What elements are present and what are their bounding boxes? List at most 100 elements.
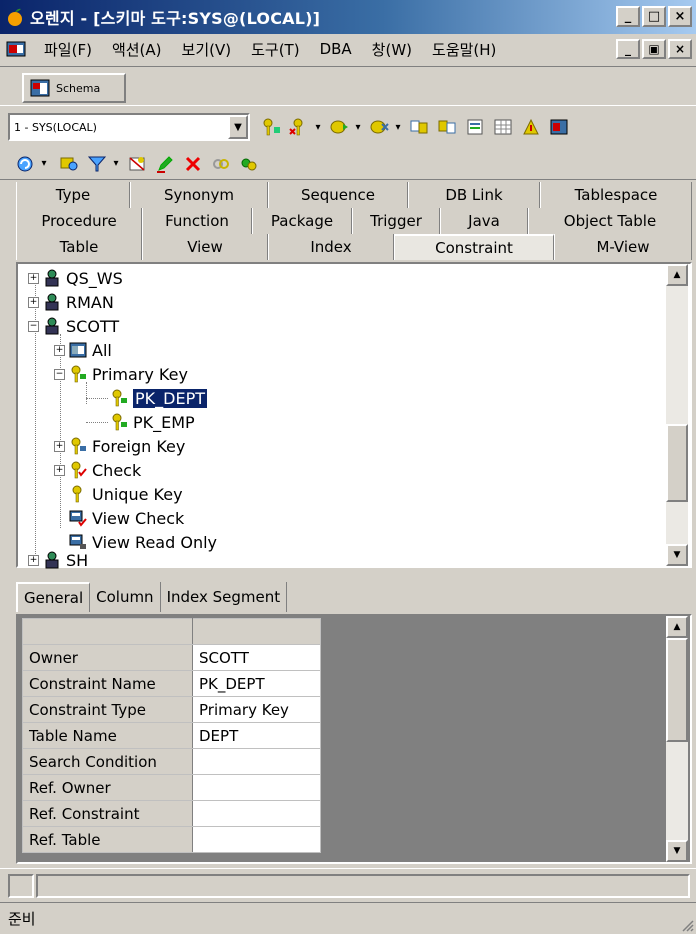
property-value[interactable]: PK_DEPT — [192, 670, 321, 697]
chevron-down-icon[interactable]: ▼ — [228, 115, 248, 139]
tree-node-user[interactable]: + SH — [28, 548, 88, 572]
scroll-up-icon[interactable]: ▲ — [666, 616, 688, 638]
tab-sequence[interactable]: Sequence — [268, 182, 408, 208]
tab-schema[interactable]: Schema — [22, 73, 126, 103]
dropdown-arrow-icon[interactable]: ▾ — [352, 122, 364, 133]
table-row[interactable]: Ref. Owner — [22, 774, 321, 801]
tab-trigger[interactable]: Trigger — [352, 208, 440, 234]
property-value[interactable]: Primary Key — [192, 696, 321, 723]
dropdown-arrow-icon[interactable]: ▾ — [38, 158, 50, 169]
refresh-icon[interactable] — [12, 151, 38, 177]
menu-file[interactable]: 파일(F) — [34, 39, 102, 60]
minimize-button[interactable]: _ — [616, 6, 640, 27]
tree-node-user-scott[interactable]: − SCOTT — [28, 314, 119, 338]
connection-select[interactable]: 1 - SYS(LOCAL) ▼ — [8, 113, 250, 141]
tree-node-user[interactable]: + RMAN — [28, 290, 114, 314]
property-value[interactable]: DEPT — [192, 722, 321, 749]
link-icon[interactable] — [208, 151, 234, 177]
tab-constraint[interactable]: Constraint — [394, 234, 554, 260]
sql-run-icon[interactable] — [434, 114, 460, 140]
menu-tools[interactable]: 도구(T) — [241, 39, 309, 60]
edit-icon[interactable] — [152, 151, 178, 177]
property-value[interactable]: SCOTT — [192, 644, 321, 671]
table-row[interactable]: Table Name DEPT — [22, 722, 321, 749]
tree-node-primary-key[interactable]: − Primary Key — [54, 362, 188, 386]
export-icon[interactable] — [546, 114, 572, 140]
expand-icon[interactable]: + — [28, 554, 39, 566]
delete-icon[interactable] — [180, 151, 206, 177]
property-value[interactable] — [192, 826, 321, 853]
tab-object-table[interactable]: Object Table — [528, 208, 692, 234]
table-row[interactable]: Constraint Name PK_DEPT — [22, 670, 321, 697]
child-minimize-button[interactable]: _ — [616, 39, 640, 59]
scroll-thumb[interactable] — [666, 638, 688, 742]
create-icon[interactable] — [124, 151, 150, 177]
expand-icon[interactable]: + — [28, 272, 39, 284]
schema-tree[interactable]: + QS_WS + RMAN − SCOTT + All − Primary K… — [16, 262, 692, 570]
tree-node-foreign-key[interactable]: + Foreign Key — [54, 434, 185, 458]
menu-view[interactable]: 보기(V) — [172, 39, 242, 60]
tab-view[interactable]: View — [142, 234, 268, 260]
tree-node-user[interactable]: + QS_WS — [28, 266, 123, 290]
tab-index-segment[interactable]: Index Segment — [161, 582, 288, 612]
compile-icon[interactable] — [518, 114, 544, 140]
tree-scrollbar[interactable]: ▲ ▼ — [666, 264, 688, 566]
child-close-button[interactable]: × — [668, 39, 692, 59]
tab-package[interactable]: Package — [252, 208, 352, 234]
dropdown-arrow-icon[interactable]: ▾ — [312, 122, 324, 133]
scroll-thumb[interactable] — [666, 424, 688, 502]
tree-node-view-read-only[interactable]: View Read Only — [69, 530, 217, 554]
child-restore-button[interactable]: ▣ — [642, 39, 666, 59]
property-value[interactable] — [192, 748, 321, 775]
scroll-down-icon[interactable]: ▼ — [666, 544, 688, 566]
resize-grip-icon[interactable] — [680, 918, 694, 932]
menu-action[interactable]: 액션(A) — [102, 39, 172, 60]
tab-java[interactable]: Java — [440, 208, 528, 234]
settings-icon[interactable] — [236, 151, 262, 177]
funnel-filter-icon[interactable] — [84, 151, 110, 177]
expand-icon[interactable]: + — [28, 296, 39, 308]
table-row[interactable]: Search Condition — [22, 748, 321, 775]
table-row[interactable]: Owner SCOTT — [22, 644, 321, 671]
find-icon[interactable] — [56, 151, 82, 177]
property-value[interactable] — [192, 774, 321, 801]
property-grid[interactable]: Owner SCOTT Constraint Name PK_DEPT Cons… — [16, 614, 692, 864]
table-row[interactable]: Ref. Table — [22, 826, 321, 853]
tree-node-check[interactable]: + Check — [54, 458, 141, 482]
scroll-down-icon[interactable]: ▼ — [666, 840, 688, 862]
tree-node-unique-key[interactable]: Unique Key — [69, 482, 183, 506]
tab-table[interactable]: Table — [16, 234, 142, 260]
tab-function[interactable]: Function — [142, 208, 252, 234]
key-add-icon[interactable] — [258, 114, 284, 140]
tree-node-pk-dept[interactable]: PK_DEPT — [110, 386, 207, 410]
mdi-child-icon[interactable] — [6, 39, 26, 59]
filter-icon[interactable] — [326, 114, 352, 140]
grid-icon[interactable] — [490, 114, 516, 140]
tree-node-all[interactable]: + All — [54, 338, 112, 362]
properties-icon[interactable] — [462, 114, 488, 140]
expand-icon[interactable]: + — [54, 464, 65, 476]
scroll-up-icon[interactable]: ▲ — [666, 264, 688, 286]
close-button[interactable]: × — [668, 6, 692, 27]
sql-icon[interactable] — [406, 114, 432, 140]
expand-icon[interactable]: + — [54, 344, 65, 356]
table-row[interactable]: Ref. Constraint — [22, 800, 321, 827]
expand-icon[interactable]: + — [54, 440, 65, 452]
tree-node-pk-emp[interactable]: PK_EMP — [110, 410, 195, 434]
menu-help[interactable]: 도움말(H) — [422, 39, 506, 60]
tab-tablespace[interactable]: Tablespace — [540, 182, 692, 208]
tab-procedure[interactable]: Procedure — [16, 208, 142, 234]
menu-window[interactable]: 창(W) — [362, 39, 422, 60]
dropdown-arrow-icon[interactable]: ▾ — [110, 158, 122, 169]
tab-type[interactable]: Type — [16, 182, 130, 208]
filter-clear-icon[interactable] — [366, 114, 392, 140]
grid-scrollbar[interactable]: ▲ ▼ — [666, 616, 688, 862]
menu-dba[interactable]: DBA — [310, 40, 362, 58]
property-value[interactable] — [192, 800, 321, 827]
tab-synonym[interactable]: Synonym — [130, 182, 268, 208]
tree-node-view-check[interactable]: View Check — [69, 506, 184, 530]
restore-button[interactable]: □ — [642, 6, 666, 27]
tab-index[interactable]: Index — [268, 234, 394, 260]
tab-db-link[interactable]: DB Link — [408, 182, 540, 208]
tab-general[interactable]: General — [16, 582, 91, 612]
